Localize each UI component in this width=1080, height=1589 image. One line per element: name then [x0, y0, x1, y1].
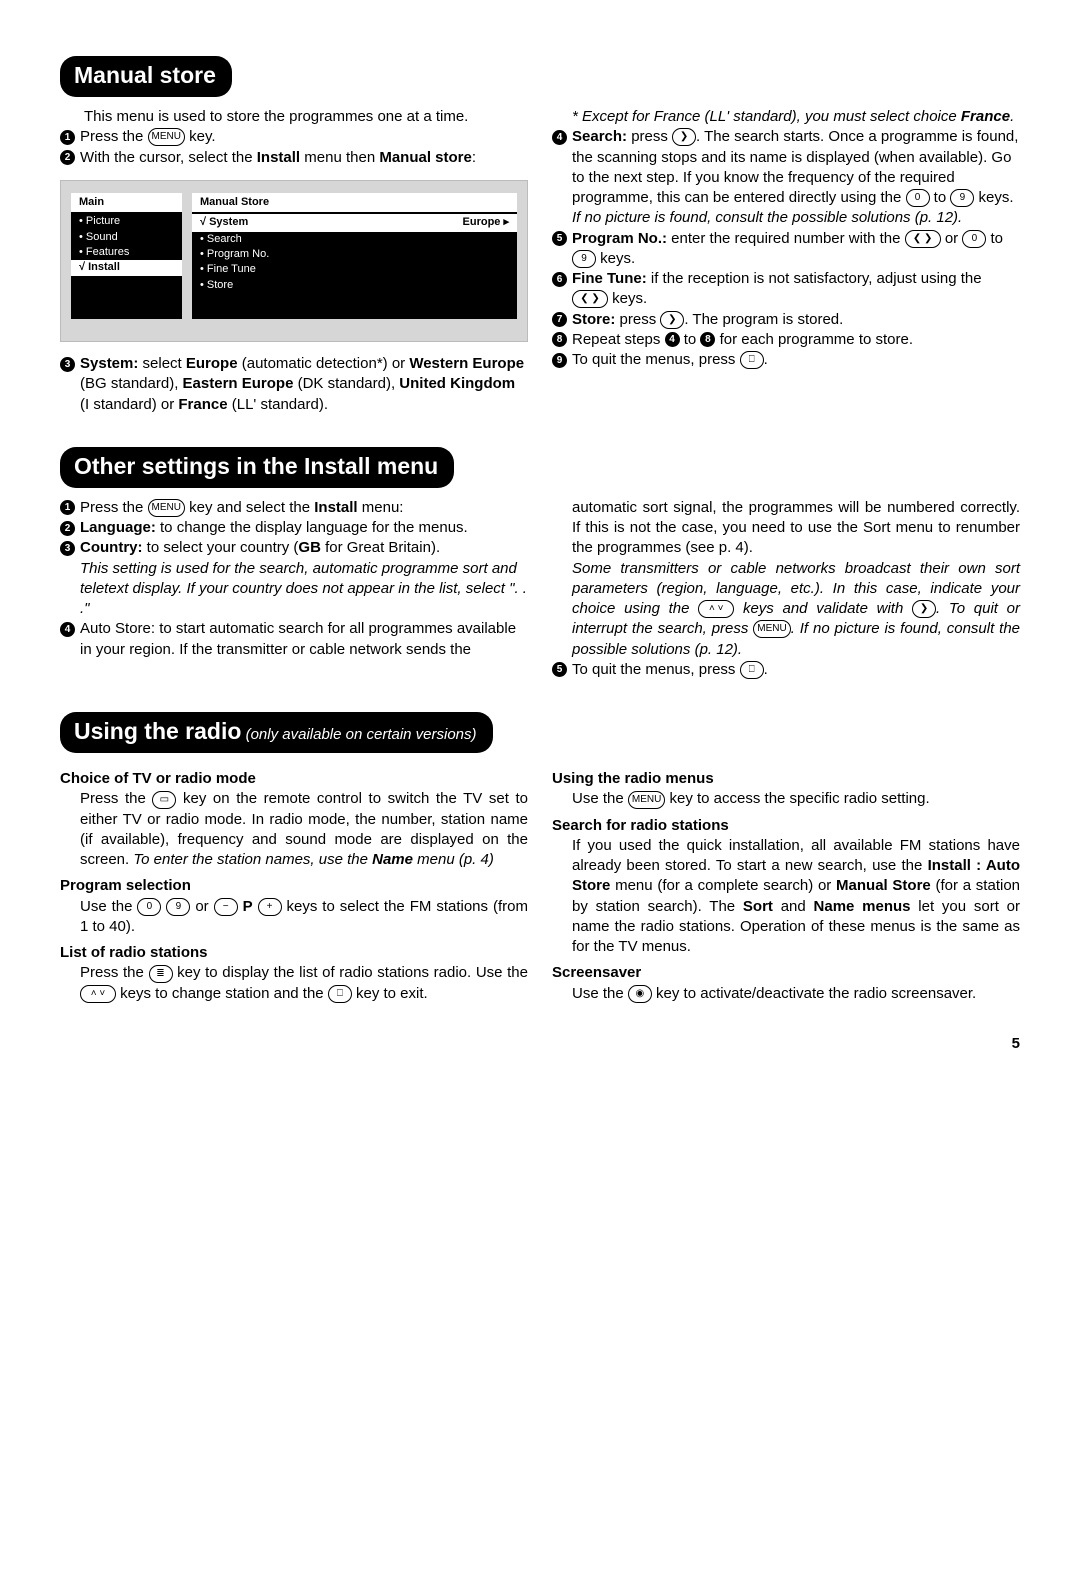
- menu-main-panel: Main • Picture • Sound • Features √ Inst…: [71, 193, 182, 319]
- section-title-manual-store: Manual store: [60, 56, 232, 97]
- s1-step9: To quit the menus, press ⎕.: [572, 350, 1020, 370]
- menu-key-icon: MENU: [148, 128, 185, 146]
- s3-h3: List of radio stations: [60, 943, 528, 963]
- zero-key-icon: 0: [906, 189, 930, 207]
- exit-key-icon: ⎕: [328, 985, 352, 1003]
- radio-key-icon: ◉: [628, 985, 652, 1003]
- s1-note: * Except for France (LL' standard), you …: [552, 107, 1020, 127]
- leftright-key-icon: ❮ ❯: [572, 290, 608, 308]
- exit-key-icon: ⎕: [740, 351, 764, 369]
- s1-step6: Fine Tune: if the reception is not satis…: [572, 269, 1020, 310]
- s3-p1: Press the ▭ key on the remote control to…: [60, 789, 528, 870]
- s2-step-num-5: 5: [552, 662, 567, 677]
- s2-step-num-1: 1: [60, 500, 75, 515]
- menu-sub-panel: Manual Store √ SystemEurope ▸ • Search •…: [192, 193, 517, 319]
- exit-key-icon: ⎕: [740, 661, 764, 679]
- s2-step5: To quit the menus, press ⎕.: [572, 660, 1020, 680]
- s2-step-num-3: 3: [60, 541, 75, 556]
- s2-step3: Country: to select your country (GB for …: [80, 538, 528, 619]
- s3-h2: Program selection: [60, 876, 528, 896]
- nine-key-icon: 9: [572, 250, 596, 268]
- s3-p6: Use the ◉ key to activate/deactivate the…: [552, 984, 1020, 1004]
- s2-right1: automatic sort signal, the programmes wi…: [552, 498, 1020, 559]
- step-num-1: 1: [60, 130, 75, 145]
- page-number: 5: [60, 1034, 1020, 1054]
- s1-intro: This menu is used to store the programme…: [60, 107, 528, 127]
- step-num-9: 9: [552, 353, 567, 368]
- tv-key-icon: ▭: [152, 791, 176, 809]
- right-key-icon: ❯: [672, 128, 696, 146]
- leftright-key-icon: ❮ ❯: [905, 230, 941, 248]
- zero-key-icon: 0: [137, 898, 161, 916]
- plus-key-icon: +: [258, 898, 282, 916]
- s1-step1: Press the MENU key.: [80, 127, 528, 147]
- zero-key-icon: 0: [962, 230, 986, 248]
- s1-step8: Repeat steps 4 to 8 for each programme t…: [572, 330, 1020, 350]
- section-title-other-settings: Other settings in the Install menu: [60, 447, 454, 488]
- updown-key-icon: ˄ ˅: [698, 600, 734, 618]
- step-num-2: 2: [60, 150, 75, 165]
- menu-key-icon: MENU: [628, 791, 665, 809]
- s1-step5: Program No.: enter the required number w…: [572, 229, 1020, 270]
- s2-step-num-2: 2: [60, 521, 75, 536]
- step-num-4: 4: [552, 130, 567, 145]
- s2-right-note: Some transmitters or cable networks broa…: [552, 559, 1020, 660]
- menu-figure: Main • Picture • Sound • Features √ Inst…: [60, 180, 528, 342]
- right-key-icon: ❯: [660, 311, 684, 329]
- s1-step7: Store: press ❯. The program is stored.: [572, 310, 1020, 330]
- step-num-3: 3: [60, 357, 75, 372]
- menu-key-icon: MENU: [148, 499, 185, 517]
- step-num-5: 5: [552, 231, 567, 246]
- s1-step3: System: select Europe (automatic detecti…: [80, 354, 528, 415]
- minus-key-icon: −: [214, 898, 238, 916]
- s2-step-num-4: 4: [60, 622, 75, 637]
- s3-p4: Use the MENU key to access the specific …: [552, 789, 1020, 809]
- s3-h4: Using the radio menus: [552, 769, 1020, 789]
- s2-step2: Language: to change the display language…: [80, 518, 528, 538]
- s3-p3: Press the ≣ key to display the list of r…: [60, 963, 528, 1004]
- nine-key-icon: 9: [950, 189, 974, 207]
- step-num-6: 6: [552, 272, 567, 287]
- s3-p2: Use the 0 9 or − P + keys to select the …: [60, 897, 528, 938]
- step-num-7: 7: [552, 312, 567, 327]
- s3-h6: Screensaver: [552, 963, 1020, 983]
- s1-step4: Search: press ❯. The search starts. Once…: [572, 127, 1020, 228]
- s3-h5: Search for radio stations: [552, 816, 1020, 836]
- s2-step1: Press the MENU key and select the Instal…: [80, 498, 528, 518]
- menu-key-icon: MENU: [753, 620, 790, 638]
- s3-h1: Choice of TV or radio mode: [60, 769, 528, 789]
- s2-step4: Auto Store: to start automatic search fo…: [80, 619, 528, 660]
- updown-key-icon: ˄ ˅: [80, 985, 116, 1003]
- s3-p5: If you used the quick installation, all …: [552, 836, 1020, 958]
- right-key-icon: ❯: [912, 600, 936, 618]
- nine-key-icon: 9: [166, 898, 190, 916]
- list-key-icon: ≣: [149, 965, 173, 983]
- s1-step2: With the cursor, select the Install menu…: [80, 148, 528, 168]
- section-title-using-radio: Using the radio (only available on certa…: [60, 712, 493, 753]
- step-num-8: 8: [552, 332, 567, 347]
